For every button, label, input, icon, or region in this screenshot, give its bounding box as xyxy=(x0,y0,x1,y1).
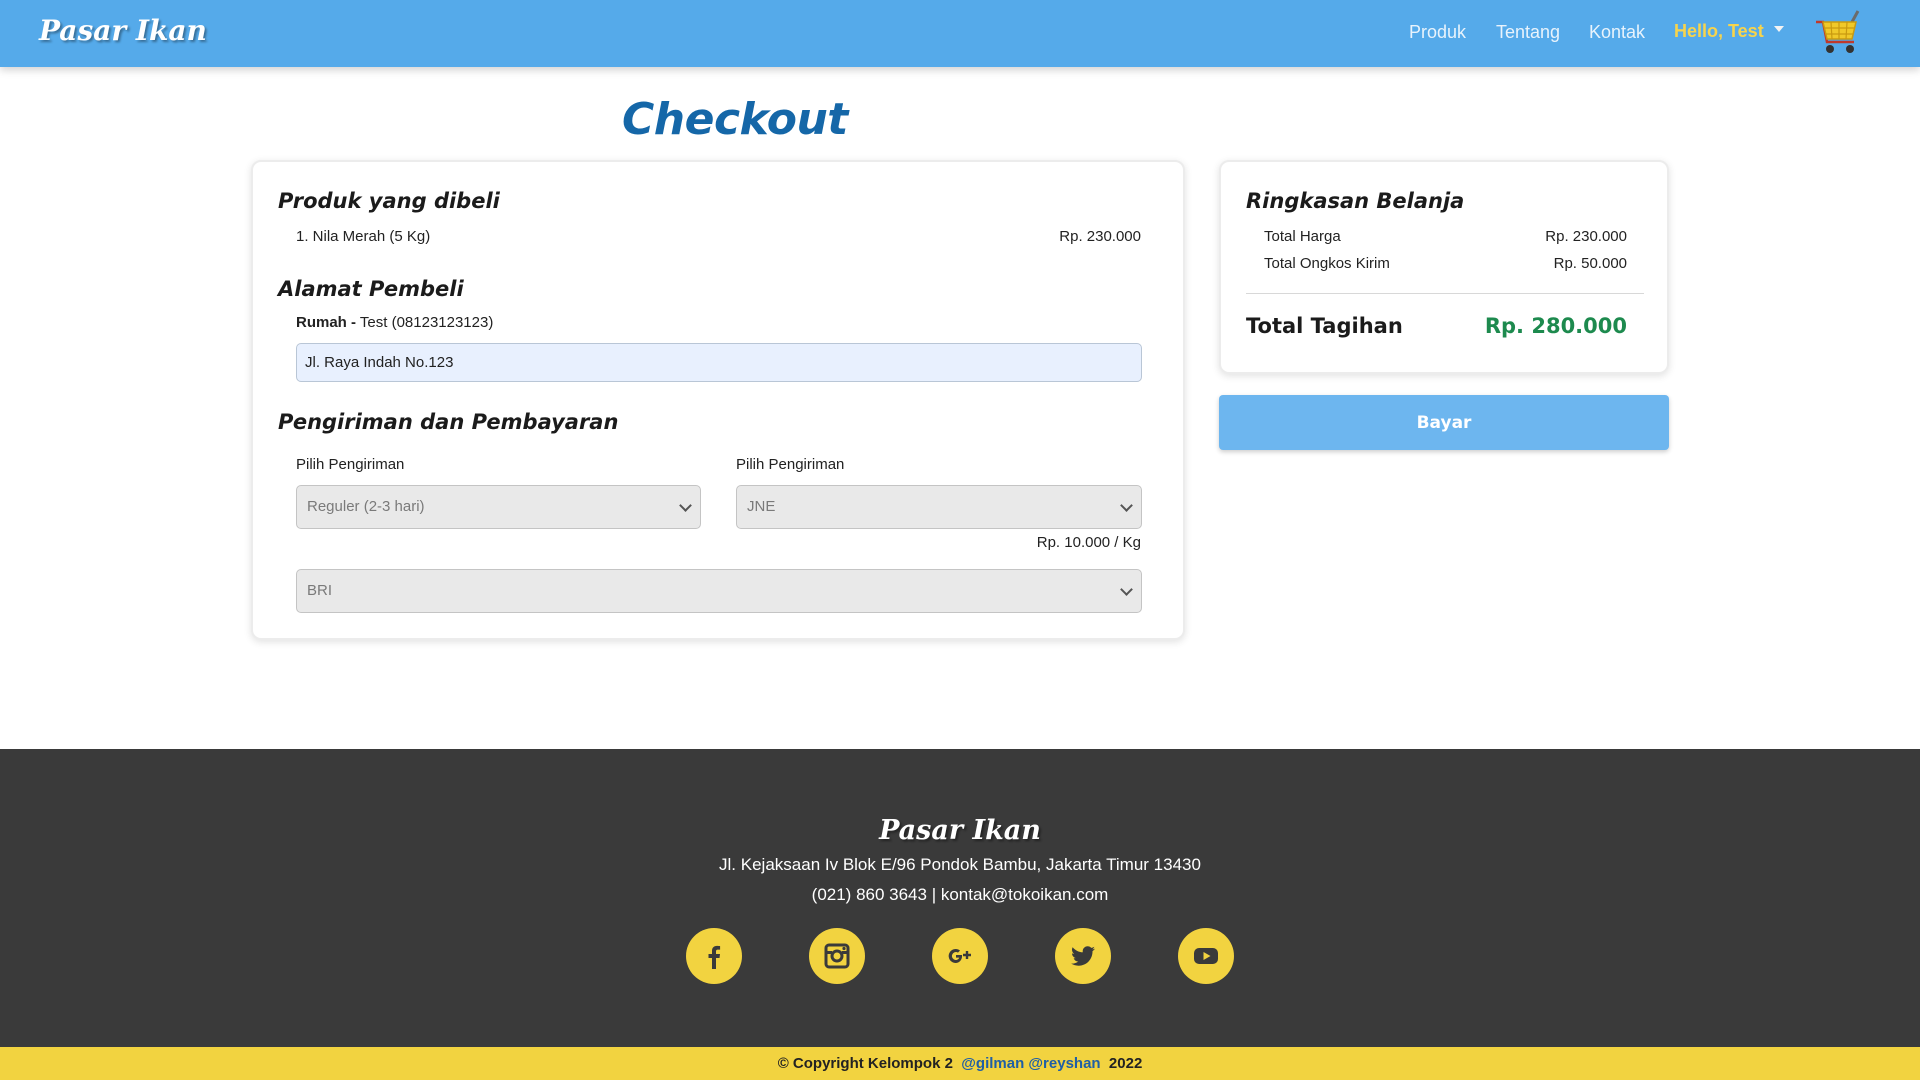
address-label: Rumah - Test (08123123123) xyxy=(296,314,493,331)
service-label: Pilih Pengiriman xyxy=(296,456,405,473)
pay-button[interactable]: Bayar xyxy=(1219,395,1669,450)
products-heading: Produk yang dibeli xyxy=(278,189,500,213)
copyright-year: 2022 xyxy=(1108,1055,1143,1072)
shipping-heading: Pengiriman dan Pembayaran xyxy=(278,410,619,434)
payment-value: BRI xyxy=(307,582,333,599)
summary-row-value: Rp. 50.000 xyxy=(1553,255,1627,272)
caret-down-icon xyxy=(1773,26,1784,33)
summary-divider xyxy=(1246,293,1644,294)
page-title: Checkout xyxy=(622,94,848,145)
shipping-rate: Rp. 10.000 / Kg xyxy=(1036,534,1141,551)
footer-contact: (021) 860 3643 | kontak@tokoikan.com xyxy=(811,885,1109,904)
checkout-form-card: Produk yang dibeli 1. Nila Merah (5 Kg) … xyxy=(251,160,1185,640)
instagram-icon[interactable] xyxy=(809,928,865,984)
user-greeting: Hello, Test xyxy=(1674,21,1764,41)
payment-select[interactable]: BRI xyxy=(296,569,1142,613)
summary-row-value: Rp. 230.000 xyxy=(1545,228,1627,245)
courier-select[interactable]: JNE xyxy=(736,485,1142,529)
chevron-down-icon xyxy=(1120,583,1133,596)
summary-row-label: Total Harga xyxy=(1264,228,1341,245)
total-label: Total Tagihan xyxy=(1246,314,1403,338)
nav-link-produk[interactable]: Produk xyxy=(1409,22,1466,43)
chevron-down-icon xyxy=(679,499,692,512)
shipping-service-select[interactable]: Reguler (2-3 hari) xyxy=(296,485,701,529)
product-item-name: 1. Nila Merah (5 Kg) xyxy=(296,228,431,245)
footer: Pasar Ikan Jl. Kejaksaan Iv Blok E/96 Po… xyxy=(0,749,1920,1047)
address-type: Rumah - xyxy=(296,314,356,331)
copyright-bar: © Copyright Kelompok 2 @gilman @reyshan … xyxy=(0,1047,1920,1080)
cart-icon[interactable] xyxy=(1814,8,1864,56)
courier-label: Pilih Pengiriman xyxy=(736,456,845,473)
summary-row-label: Total Ongkos Kirim xyxy=(1264,255,1390,272)
footer-brand: Pasar Ikan xyxy=(879,815,1041,846)
navbar: Pasar Ikan Produk Tentang Kontak Hello, … xyxy=(0,0,1920,67)
summary-heading: Ringkasan Belanja xyxy=(1246,189,1465,213)
product-item-price: Rp. 230.000 xyxy=(1059,228,1141,245)
address-recipient: Test (08123123123) xyxy=(356,314,494,331)
courier-value: JNE xyxy=(747,498,776,515)
user-dropdown[interactable]: Hello, Test xyxy=(1674,21,1784,42)
address-input[interactable] xyxy=(296,343,1142,382)
shipping-service-value: Reguler (2-3 hari) xyxy=(307,498,425,515)
chevron-down-icon xyxy=(1120,499,1133,512)
brand-logo[interactable]: Pasar Ikan xyxy=(39,14,207,47)
nav-link-tentang[interactable]: Tentang xyxy=(1496,22,1560,43)
footer-address: Jl. Kejaksaan Iv Blok E/96 Pondok Bambu,… xyxy=(719,855,1201,874)
twitter-icon[interactable] xyxy=(1055,928,1111,984)
nav-link-kontak[interactable]: Kontak xyxy=(1589,22,1645,43)
youtube-icon[interactable] xyxy=(1178,928,1234,984)
author-handles-link[interactable]: @gilman @reyshan xyxy=(961,1055,1100,1072)
copyright-text: © Copyright Kelompok 2 xyxy=(777,1055,953,1072)
address-heading: Alamat Pembeli xyxy=(278,277,464,301)
summary-card: Ringkasan Belanja Total Harga Rp. 230.00… xyxy=(1219,160,1669,374)
total-value: Rp. 280.000 xyxy=(1484,314,1627,338)
google-plus-icon[interactable] xyxy=(932,928,988,984)
facebook-icon[interactable] xyxy=(686,928,742,984)
